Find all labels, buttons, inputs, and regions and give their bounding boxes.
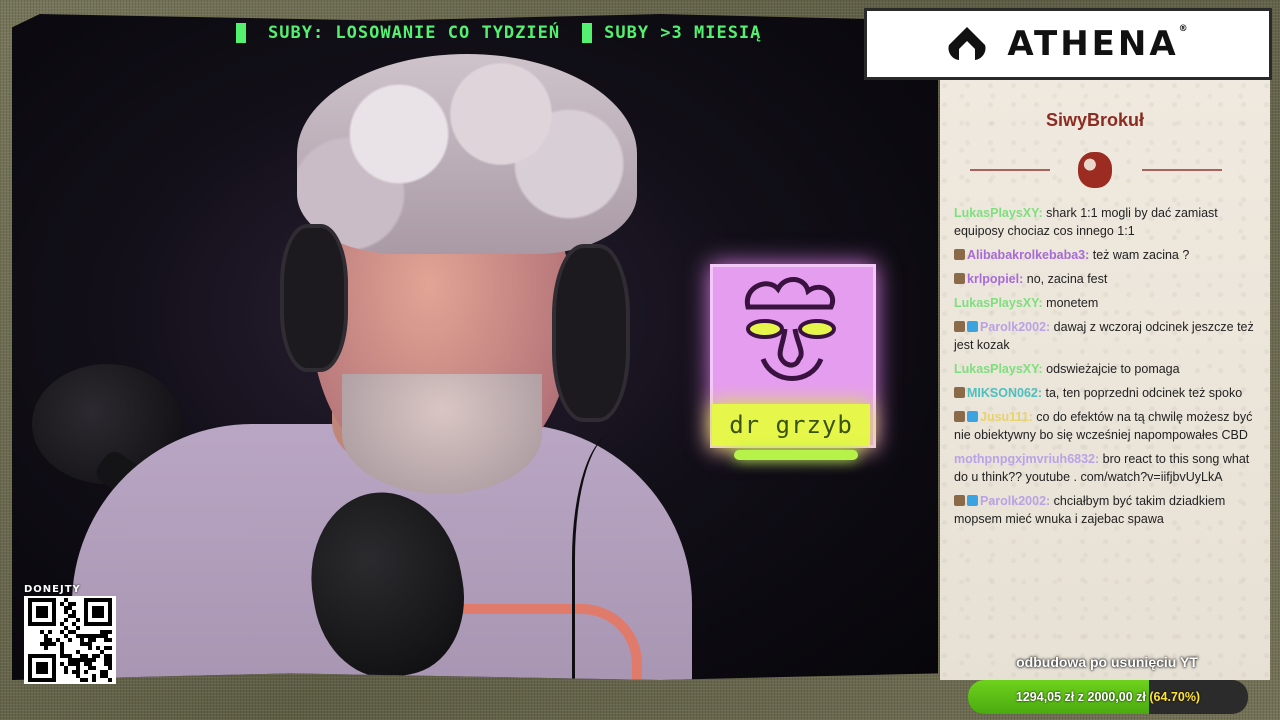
chat-text: odswieżajcie to pomaga xyxy=(1042,362,1180,376)
subscriber-badge-icon xyxy=(954,249,965,260)
headphone-right xyxy=(552,244,630,422)
chat-username[interactable]: MIKSON062: xyxy=(967,386,1042,400)
neon-glow xyxy=(734,450,858,460)
gift-badge-icon xyxy=(967,321,978,332)
divider xyxy=(1142,169,1222,171)
donation-separator: z xyxy=(1077,690,1085,704)
chat-username[interactable]: Parolk2002: xyxy=(980,494,1050,508)
chat-username[interactable]: Parolk2002: xyxy=(980,320,1050,334)
donation-progress-bar: 1294,05 zł z 2000,00 zł (64.70%) xyxy=(968,680,1248,714)
donation-qr: DONEJTY xyxy=(24,584,118,684)
chat-username[interactable]: LukasPlaysXY: xyxy=(954,206,1043,220)
divider xyxy=(970,169,1050,171)
qr-code-icon xyxy=(24,596,116,684)
webcam-video: dr grzyb xyxy=(12,14,938,680)
chat-username[interactable]: LukasPlaysXY: xyxy=(954,296,1043,310)
sponsor-logo: ATHENA® xyxy=(864,8,1272,80)
qr-title: DONEJTY xyxy=(24,584,81,595)
headphone-cable xyxy=(572,434,655,680)
subscriber-badge-icon xyxy=(954,273,965,284)
chat-messages: LukasPlaysXY: shark 1:1 mogli by dać zam… xyxy=(954,204,1254,534)
chat-message: krlpopiel: no, zacina fest xyxy=(954,270,1254,288)
chat-username[interactable]: Alibabakrolkebaba3: xyxy=(967,248,1089,262)
chat-username[interactable]: krlpopiel: xyxy=(967,272,1023,286)
chat-message: Alibabakrolkebaba3: też wam zacina ? xyxy=(954,246,1254,264)
chat-message: LukasPlaysXY: monetem xyxy=(954,294,1254,312)
chat-message: mothpnpgxjmvriuh6832: bro react to this … xyxy=(954,450,1254,486)
chat-panel: SiwyBrokuł LukasPlaysXY: shark 1:1 mogli… xyxy=(940,80,1270,680)
chat-title: SiwyBrokuł xyxy=(1045,110,1145,130)
chat-text: monetem xyxy=(1042,296,1099,310)
ticker-text-2: SUBY >3 MIESIĄ xyxy=(604,23,762,43)
chat-message: MIKSON062: ta, ten poprzedni odcinek też… xyxy=(954,384,1254,402)
gift-badge-icon xyxy=(967,495,978,506)
donation-percent: (64.70%) xyxy=(1149,690,1201,704)
chat-message: Parolk2002: chciałbym być takim dziadkie… xyxy=(954,492,1254,528)
hair xyxy=(297,54,637,254)
subscriber-badge-icon xyxy=(954,495,965,506)
beard xyxy=(342,374,542,494)
ticker-block xyxy=(236,23,246,43)
chat-message: Jusu111: co do efektów na tą chwilę może… xyxy=(954,408,1254,444)
neon-sign-label: dr grzyb xyxy=(712,404,870,446)
chat-text: ta, ten poprzedni odcinek też spoko xyxy=(1042,386,1243,400)
donation-goal-title: odbudowa po usunięciu YT xyxy=(1016,654,1198,670)
chat-message: LukasPlaysXY: odswieżajcie to pomaga xyxy=(954,360,1254,378)
mascot-icon xyxy=(1078,152,1112,188)
subscriber-badge-icon xyxy=(954,321,965,332)
chat-username[interactable]: Jusu111: xyxy=(980,410,1033,424)
subs-ticker: SUBY: LOSOWANIE CO TYDZIEŃ SUBY >3 MIESIĄ xyxy=(236,20,862,46)
subscriber-badge-icon xyxy=(954,411,965,422)
subscriber-badge-icon xyxy=(954,387,965,398)
donation-progress-text: 1294,05 zł z 2000,00 zł (64.70%) xyxy=(968,680,1248,714)
donation-current: 1294,05 zł xyxy=(1015,690,1075,704)
donation-goal: 2000,00 zł xyxy=(1087,690,1146,704)
ticker-text-1: SUBY: LOSOWANIE CO TYDZIEŃ xyxy=(268,23,561,43)
chat-message: Parolk2002: dawaj z wczoraj odcinek jesz… xyxy=(954,318,1254,354)
chat-username[interactable]: LukasPlaysXY: xyxy=(954,362,1043,376)
logo-text: ATHENA® xyxy=(1007,24,1191,64)
chat-text: też wam zacina ? xyxy=(1089,248,1190,262)
flame-logo-icon xyxy=(948,27,986,60)
chat-message: LukasPlaysXY: shark 1:1 mogli by dać zam… xyxy=(954,204,1254,240)
headphone-left xyxy=(280,224,348,372)
neon-face-icon xyxy=(744,277,836,381)
chat-text: no, zacina fest xyxy=(1023,272,1108,286)
gift-badge-icon xyxy=(967,411,978,422)
ticker-block xyxy=(582,23,593,43)
chat-username[interactable]: mothpnpgxjmvriuh6832: xyxy=(954,452,1099,466)
